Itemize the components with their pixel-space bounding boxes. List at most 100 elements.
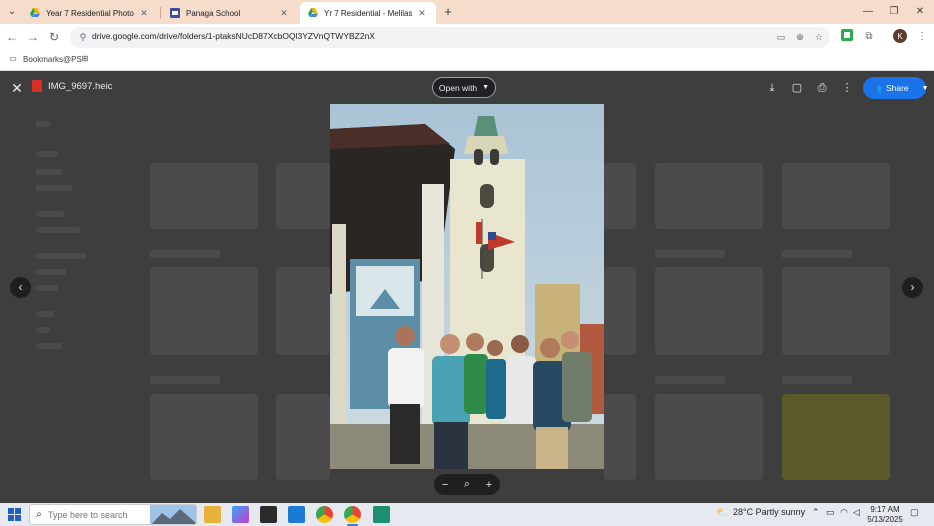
cast-icon[interactable]: ▭ [774,30,788,44]
mail-icon[interactable] [288,506,305,523]
file-thumbnail [604,267,636,355]
share-dropdown-icon[interactable]: ▼ [922,85,929,92]
copilot-icon[interactable] [232,506,249,523]
close-viewer-icon[interactable]: ✕ [8,79,26,97]
zoom-controls: − ⌕ + [434,474,500,495]
more-actions-icon[interactable]: ⋮ [839,80,855,96]
windows-start-icon[interactable] [8,508,21,521]
system-clock[interactable]: 9:17 AM 5/13/2025 [865,505,905,525]
tab-yr7-residential[interactable]: Yr 7 Residential - Melilas: Panag ✕ [300,2,436,24]
windows-taskbar: ⌕ ⛅ 28°C Partly sunny ⌃ ▭ ◠ ◁ 9:17 AM 5/… [0,503,934,526]
tab-strip: ⌄ Year 7 Residential Photos - Pho ✕ Pana… [0,0,934,24]
tab-year7-photos[interactable]: Year 7 Residential Photos - Pho ✕ [22,2,158,24]
tab-panaga-school[interactable]: Panaga School ✕ [162,2,298,24]
tab-divider [160,7,161,19]
sidebar-placeholder [36,269,66,275]
print-icon[interactable]: ⎙ [814,80,830,96]
extensions-puzzle-icon[interactable]: ⧉ [861,29,877,45]
sidebar-placeholder [36,343,62,349]
people-icon: 👥 [872,83,882,93]
tab-title: Year 7 Residential Photos - Pho [46,8,134,18]
file-thumbnail [655,267,763,355]
close-tab-icon[interactable]: ✕ [138,8,150,19]
google-drive-icon [308,8,318,17]
tab-title: Yr 7 Residential - Melilas: Panag [324,8,412,18]
onedrive-icon[interactable]: ▭ [826,507,835,518]
tab-search-chevron-icon[interactable]: ⌄ [4,4,20,20]
forward-arrow-icon[interactable]: → [25,29,41,45]
bookmark-folder[interactable]: ▭ Bookmarks@PS [8,54,82,64]
notifications-icon[interactable]: ▢ [910,507,919,518]
open-with-label: Open with [438,82,478,93]
bookmarks-bar: ▭ Bookmarks@PS ⊞ [0,51,934,71]
file-thumbnail [150,163,258,229]
close-window-icon[interactable]: ✕ [910,4,930,20]
bookmark-star-icon[interactable]: ☆ [812,30,826,44]
apps-shortcut[interactable]: ⊞ [80,54,95,64]
sidebar-placeholder [36,121,50,127]
add-comment-icon[interactable]: ▢ [789,80,805,96]
whiteboard-app-icon[interactable] [373,506,390,523]
sidebar-placeholder [36,227,80,233]
google-drive-icon [30,8,40,17]
file-thumbnail [782,267,890,355]
close-tab-icon[interactable]: ✕ [416,8,428,19]
tab-title: Panaga School [186,8,241,18]
file-thumbnail [782,163,890,229]
sidebar-placeholder [36,311,54,317]
chrome-icon[interactable] [316,506,333,523]
zoom-magnifier-icon[interactable]: ⌕ [464,478,470,491]
file-thumbnail [276,267,330,355]
next-file-button[interactable]: › [902,277,923,298]
site-settings-icon[interactable]: ⚲ [76,30,90,44]
volume-icon[interactable]: ◁ [853,507,860,518]
sidebar-placeholder [36,211,64,217]
file-name-placeholder [655,250,725,258]
file-thumbnail [782,394,890,480]
file-name-placeholder [150,250,220,258]
search-icon: ⌕ [36,509,42,520]
clock-time: 9:17 AM [870,505,900,514]
zoom-icon[interactable]: ⊕ [793,30,807,44]
maximize-icon[interactable]: ❐ [884,4,904,20]
folder-icon: ▭ [9,54,17,63]
sidebar-placeholder [36,185,72,191]
share-button[interactable]: 👥 Share ▼ [863,77,929,99]
zoom-in-icon[interactable]: + [486,479,492,491]
address-bar[interactable]: ⚲ drive.google.com/drive/folders/1-ptaks… [70,27,830,48]
image-file-icon [32,80,42,92]
profile-avatar[interactable]: K [892,29,908,45]
wifi-icon[interactable]: ◠ [840,507,848,518]
bookmark-label: Bookmarks@PS [23,54,82,64]
add-to-drive-icon[interactable]: ⤓ [764,80,780,96]
sidebar-placeholder [36,285,58,291]
photo-preview [330,104,604,469]
sidebar-placeholder [36,169,62,175]
minimize-icon[interactable]: — [858,4,878,20]
file-name-placeholder [782,376,852,384]
reload-icon[interactable]: ↻ [46,29,62,45]
taskbar-search[interactable]: ⌕ [29,504,197,525]
school-icon [170,8,180,18]
show-hidden-icons-chevron[interactable]: ⌃ [812,507,820,518]
weather-sun-icon[interactable]: ⛅ [716,507,727,518]
back-arrow-icon[interactable]: ← [4,29,20,45]
zoom-out-icon[interactable]: − [442,479,448,491]
file-thumbnail [655,163,763,229]
file-explorer-icon[interactable] [204,506,221,523]
open-with-button[interactable]: Open with ▼ [432,77,496,98]
close-tab-icon[interactable]: ✕ [278,8,290,19]
browser-toolbar: ← → ↻ ⚲ drive.google.com/drive/folders/1… [0,24,934,51]
weather-text[interactable]: 28°C Partly sunny [733,507,805,517]
chrome-menu-icon[interactable]: ⋮ [914,29,930,45]
new-tab-plus-icon[interactable]: + [440,4,456,20]
chrome-active-icon[interactable] [344,506,361,526]
extension-green-icon[interactable] [839,29,855,45]
sidebar-placeholder [36,327,50,333]
url-text: drive.google.com/drive/folders/1-ptaksNU… [92,31,375,41]
svg-text:K: K [897,32,903,41]
microsoft-store-icon[interactable] [260,506,277,523]
previous-file-button[interactable]: ‹ [10,277,31,298]
file-thumbnail [276,394,330,480]
taskbar-search-input[interactable] [48,509,148,520]
